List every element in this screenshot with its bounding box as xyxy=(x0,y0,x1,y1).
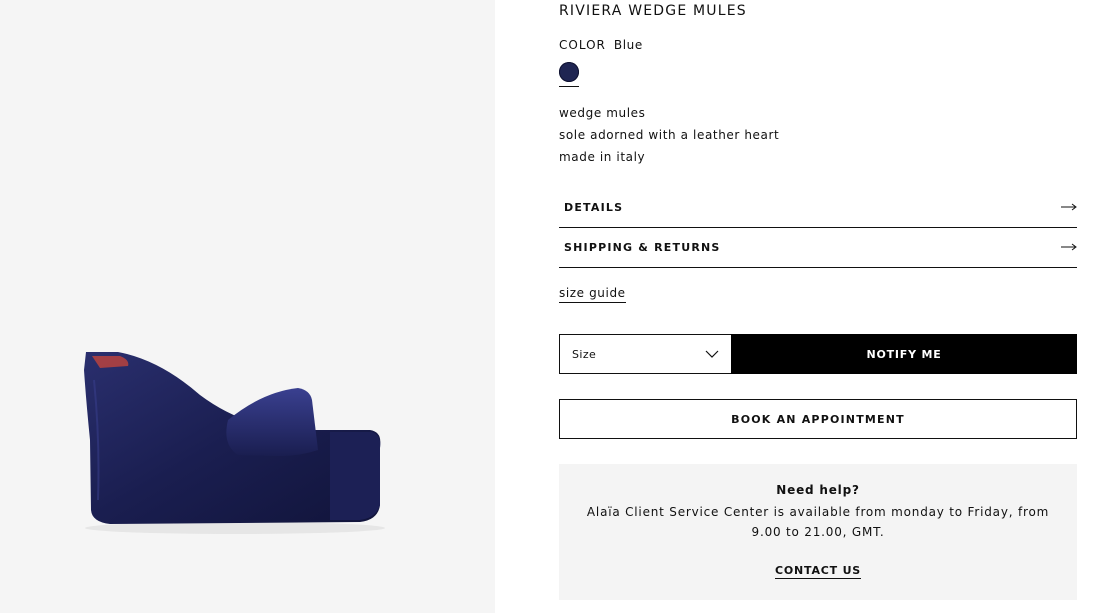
color-row: COLOR Blue xyxy=(559,38,643,52)
size-guide-link[interactable]: size guide xyxy=(559,286,626,303)
color-swatch-blue[interactable] xyxy=(559,62,579,88)
shipping-returns-accordion[interactable]: SHIPPING & RETURNS xyxy=(559,228,1077,268)
size-select-value: Size xyxy=(572,348,597,361)
description-line: made in italy xyxy=(559,150,646,164)
color-label: COLOR xyxy=(559,38,606,52)
contact-us-link[interactable]: CONTACT US xyxy=(774,564,862,579)
product-description: wedge mules sole adorned with a leather … xyxy=(559,102,779,168)
contact-us-row: CONTACT US xyxy=(559,564,1077,579)
color-value: Blue xyxy=(613,38,643,52)
help-box: Need help? Alaïa Client Service Center i… xyxy=(559,464,1077,600)
description-line: sole adorned with a leather heart xyxy=(559,128,780,142)
help-text: Alaïa Client Service Center is available… xyxy=(586,505,1050,539)
product-image-panel[interactable] xyxy=(0,0,495,613)
details-accordion-label: DETAILS xyxy=(564,201,624,214)
chevron-down-icon xyxy=(705,350,719,358)
product-image xyxy=(84,352,385,534)
shipping-returns-accordion-label: SHIPPING & RETURNS xyxy=(564,241,721,254)
long-arrow-right-icon xyxy=(1061,203,1077,211)
help-title: Need help? xyxy=(776,483,860,497)
color-swatch-circle xyxy=(559,62,579,82)
notify-me-button[interactable]: NOTIFY ME xyxy=(731,334,1077,374)
size-select[interactable]: Size xyxy=(559,334,731,374)
swatch-selected-underline xyxy=(559,86,579,87)
description-line: wedge mules xyxy=(559,106,646,120)
details-accordion[interactable]: DETAILS xyxy=(559,188,1077,228)
product-title: RIVIERA WEDGE MULES xyxy=(559,3,747,19)
long-arrow-right-icon xyxy=(1061,243,1077,251)
book-appointment-button[interactable]: BOOK AN APPOINTMENT xyxy=(559,399,1077,439)
